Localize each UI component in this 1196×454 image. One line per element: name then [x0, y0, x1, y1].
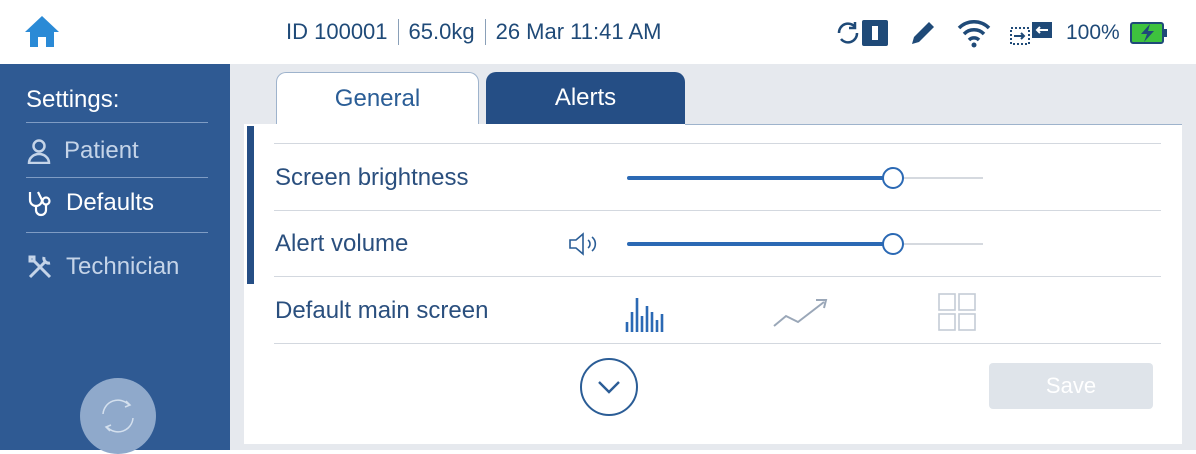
volume-slider-fill	[627, 242, 895, 246]
trend-line-icon[interactable]	[772, 292, 832, 339]
brightness-slider-thumb[interactable]	[882, 167, 904, 189]
sidebar-item-defaults[interactable]: Defaults	[26, 186, 154, 220]
tab-underline	[685, 124, 1182, 125]
volume-label: Alert volume	[275, 230, 409, 257]
brightness-slider-fill	[627, 176, 895, 180]
scroll-down-button[interactable]	[580, 358, 638, 416]
save-button[interactable]: Save	[989, 363, 1153, 409]
person-icon	[27, 139, 51, 164]
sidebar-item-label: Defaults	[66, 189, 155, 216]
sync-device-icon[interactable]	[836, 18, 890, 48]
status-icons: 100%	[836, 16, 1168, 50]
battery-percent: 100%	[1066, 21, 1120, 44]
row-divider	[274, 276, 1161, 277]
patient-id: ID 100001	[286, 19, 388, 44]
tools-icon	[28, 255, 52, 279]
brightness-slider-track	[895, 177, 983, 179]
battery-charging-icon	[1129, 21, 1168, 45]
tab-general[interactable]: General	[276, 72, 479, 125]
transfer-icon[interactable]	[1010, 18, 1054, 48]
volume-slider-track	[895, 243, 983, 245]
row-divider	[274, 210, 1161, 211]
sidebar-item-label: Technician	[66, 253, 180, 280]
chevron-down-icon	[598, 381, 620, 394]
patient-weight: 65.0kg	[408, 19, 475, 44]
main-screen-label: Default main screen	[275, 297, 489, 324]
pencil-icon[interactable]	[908, 18, 938, 48]
stethoscope-icon	[28, 191, 51, 217]
status-bar: ID 100001 65.0kg 26 Mar 11:41 AM 100%	[0, 0, 1196, 64]
separator	[397, 19, 399, 45]
grid-icon[interactable]	[937, 292, 979, 339]
scroll-indicator[interactable]	[247, 126, 254, 284]
sidebar: Settings: Patient Defaults Technician	[0, 64, 230, 454]
sidebar-divider	[26, 122, 208, 123]
datetime: 26 Mar 11:41 AM	[495, 19, 662, 44]
sidebar-divider	[26, 232, 208, 233]
separator	[484, 19, 486, 45]
row-divider	[274, 343, 1161, 344]
patient-info: ID 100001 65.0kg 26 Mar 11:41 AM	[286, 17, 662, 47]
speaker-icon	[568, 231, 608, 262]
wifi-icon	[956, 18, 992, 48]
sidebar-item-label: Patient	[64, 137, 139, 164]
refresh-icon	[102, 399, 134, 433]
sidebar-divider	[26, 177, 208, 178]
row-divider	[274, 143, 1161, 144]
sidebar-title: Settings:	[26, 86, 120, 113]
tab-alerts[interactable]: Alerts	[486, 72, 685, 124]
refresh-button[interactable]	[80, 378, 156, 454]
home-icon[interactable]	[22, 12, 62, 52]
volume-slider-thumb[interactable]	[882, 233, 904, 255]
brightness-label: Screen brightness	[275, 164, 469, 191]
sidebar-item-patient[interactable]: Patient	[26, 134, 139, 168]
sidebar-item-technician[interactable]: Technician	[26, 250, 179, 284]
bar-chart-icon[interactable]	[624, 292, 666, 339]
